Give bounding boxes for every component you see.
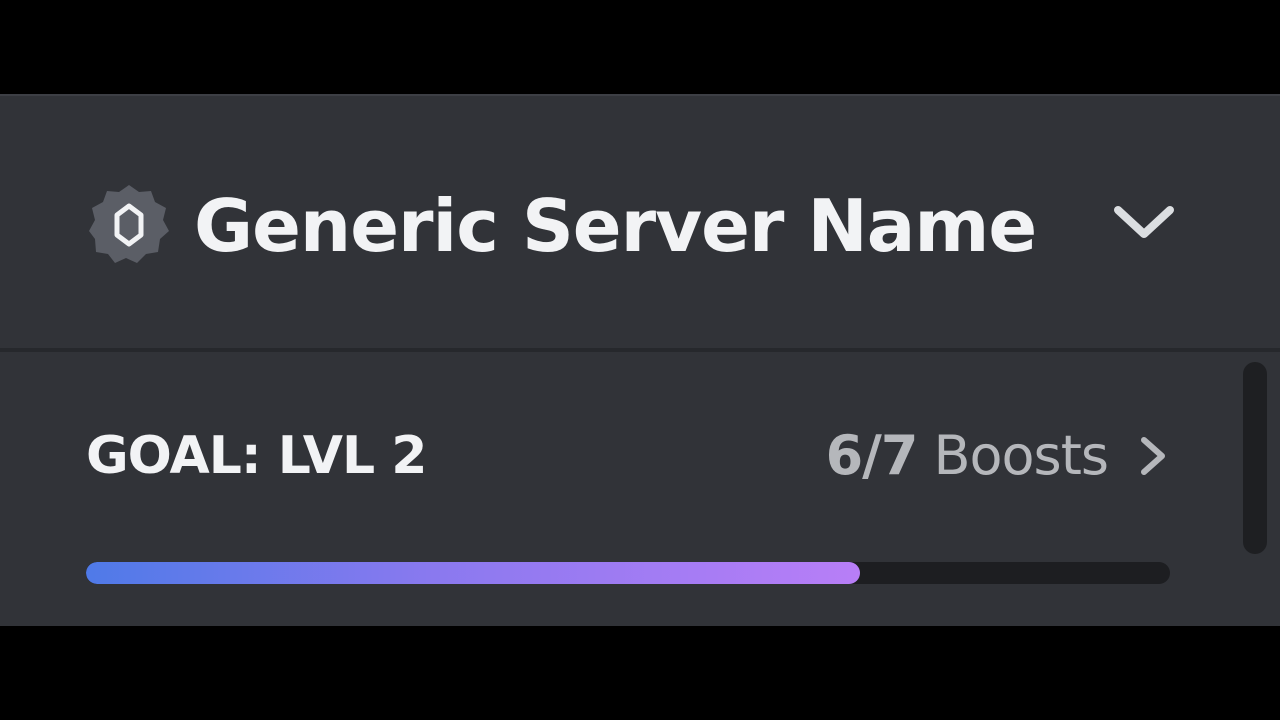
boost-progress-fill: [86, 562, 860, 584]
boost-count: 6/7: [825, 424, 919, 487]
boost-unit-label: Boosts: [933, 424, 1109, 487]
server-name[interactable]: Generic Server Name: [194, 184, 1037, 268]
boost-progress-section: GOAL: LVL 2 6/7 Boosts: [0, 352, 1280, 628]
boost-progress-bar: [86, 562, 1170, 584]
chevron-down-icon[interactable]: [1112, 202, 1176, 246]
boost-gem-badge-icon: [89, 185, 169, 263]
chevron-right-icon: [1141, 437, 1165, 475]
scrollbar[interactable]: [1243, 362, 1267, 554]
boost-count-link[interactable]: 6/7 Boosts: [826, 424, 1170, 488]
server-header[interactable]: Generic Server Name: [0, 96, 1280, 352]
server-panel: Generic Server Name GOAL: LVL 2 6/7 Boos…: [0, 94, 1280, 626]
boost-goal-label: GOAL: LVL 2: [86, 426, 427, 486]
badge-scalloped-shape: [89, 185, 169, 263]
